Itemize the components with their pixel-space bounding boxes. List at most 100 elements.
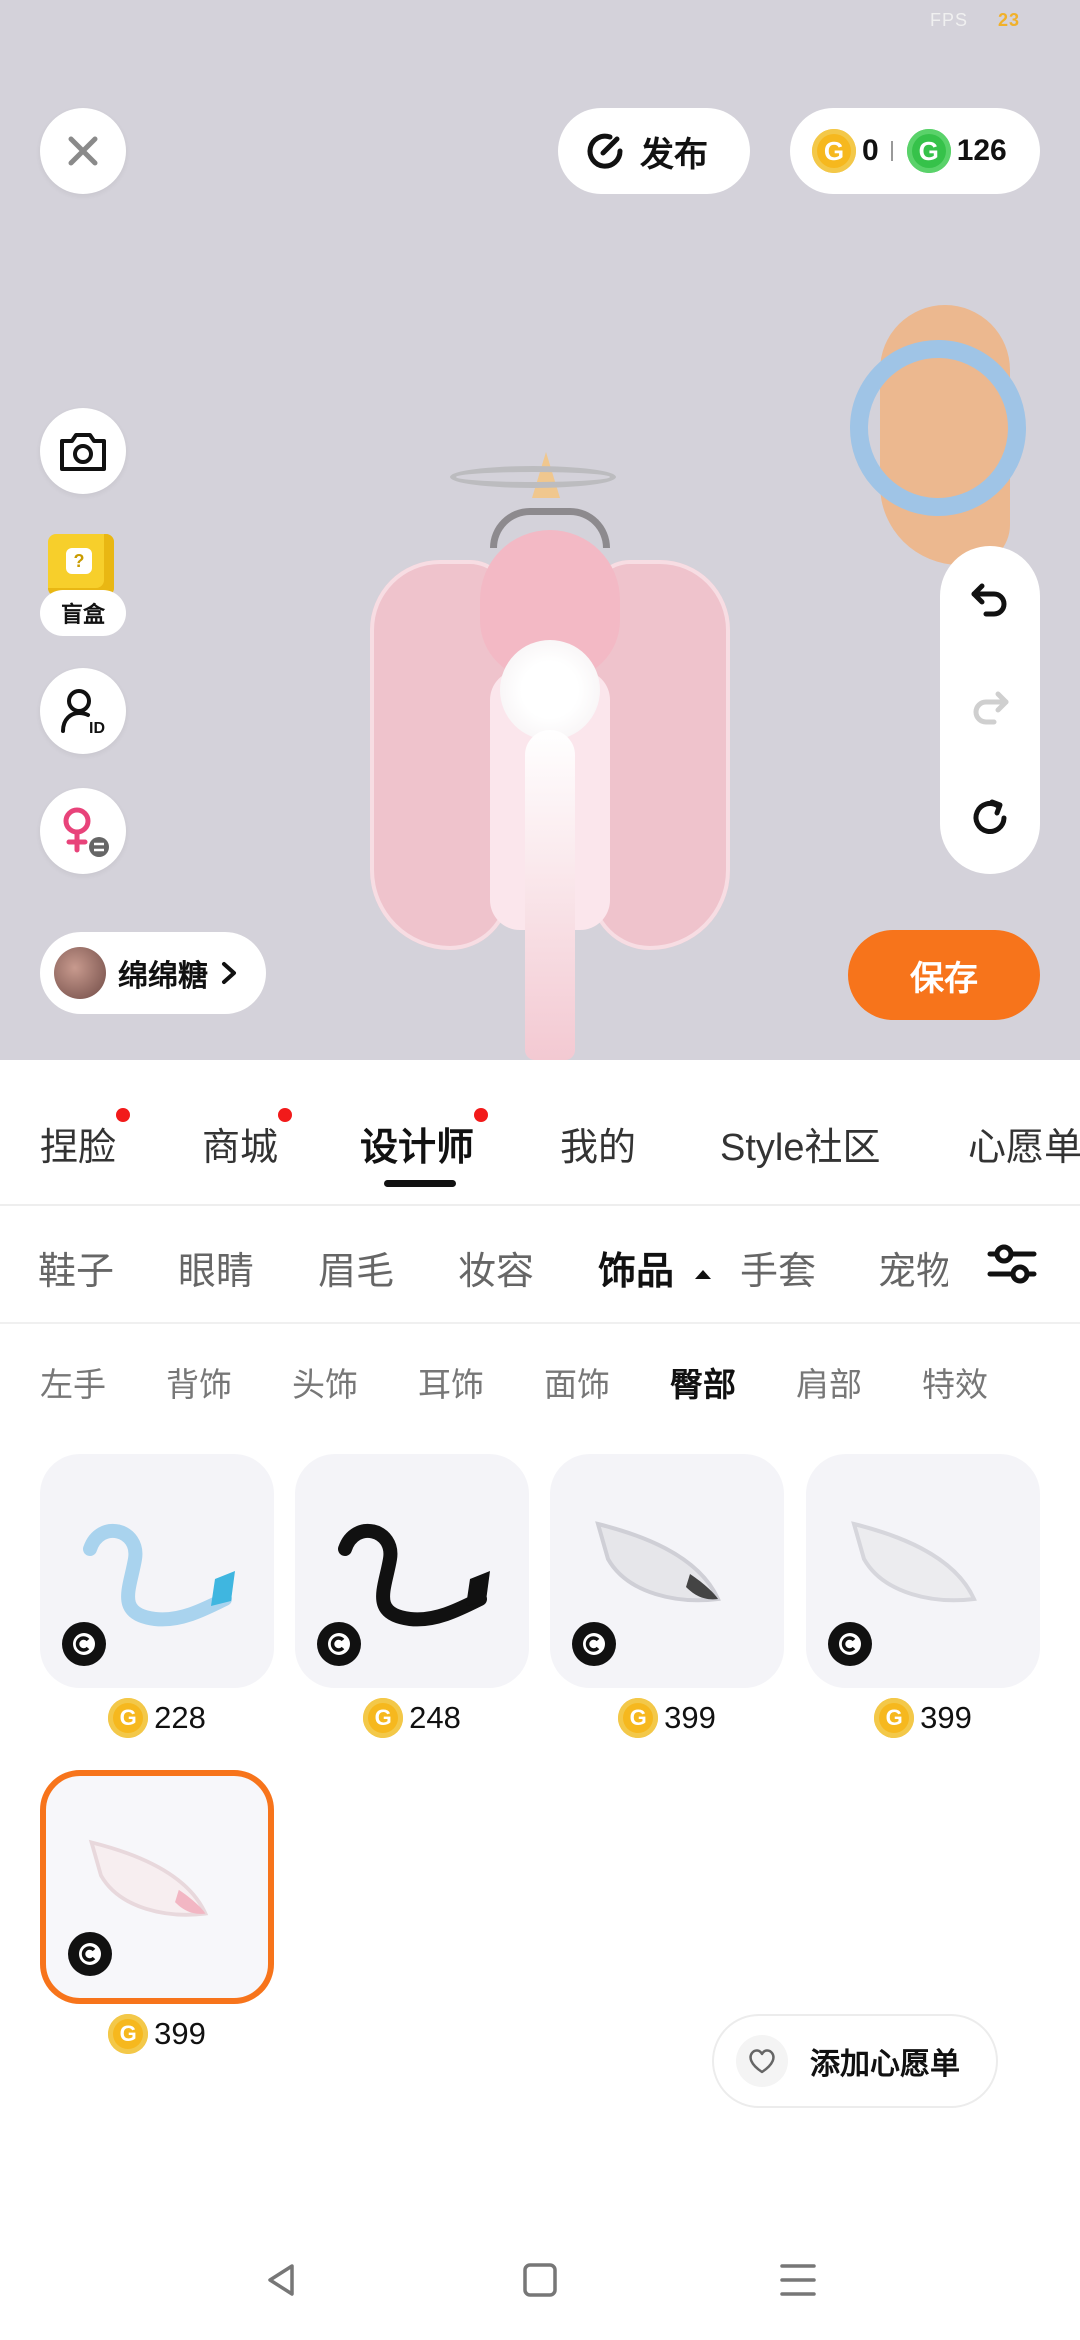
category-accessories[interactable]: 饰品 [598, 1240, 713, 1295]
item-thumbnail[interactable] [40, 1454, 274, 1688]
tab-face[interactable]: 捏脸 [40, 1108, 131, 1171]
avatar-profile-chip[interactable]: 绵绵糖 [40, 932, 266, 1014]
item-price-value: 228 [154, 1700, 206, 1735]
user-id-icon: ID [61, 689, 105, 737]
category-bar: 鞋子 眼睛 眉毛 妆容 饰品 手套 宠物 [0, 1206, 1080, 1324]
publish-button[interactable]: 发布 [558, 108, 750, 194]
tab-designer[interactable]: 设计师 [360, 1108, 489, 1171]
subcategory-head[interactable]: 头饰 [292, 1358, 358, 1406]
copyright-icon [73, 1633, 95, 1655]
copyright-icon [79, 1943, 101, 1965]
item-card[interactable]: G 248 [295, 1454, 529, 1738]
item-price: G 399 [40, 2014, 274, 2054]
gold-coin-icon: G [108, 2014, 149, 2054]
avatar-character[interactable] [360, 430, 740, 1060]
category-gloves[interactable]: 手套 [740, 1240, 816, 1295]
item-price: G 399 [806, 1698, 1040, 1738]
avatar-name-label: 绵绵糖 [118, 960, 208, 993]
subcategory-ear[interactable]: 耳饰 [418, 1358, 484, 1406]
subcategory-shoulder[interactable]: 肩部 [796, 1358, 862, 1406]
copyright-icon [328, 1633, 350, 1655]
item-card[interactable]: G 228 [40, 1454, 274, 1738]
tail-accessory [525, 730, 575, 1060]
svg-text:ID: ID [89, 720, 105, 737]
headband [490, 508, 610, 548]
avatar-id-button[interactable]: ID [40, 668, 126, 754]
fps-label: FPS [929, 10, 968, 30]
item-thumbnail[interactable] [295, 1454, 529, 1688]
item-card-selected[interactable]: G 399 [40, 1770, 274, 2054]
category-shoes[interactable]: 鞋子 [38, 1240, 114, 1295]
item-card[interactable]: G 399 [550, 1454, 784, 1738]
green-coin-icon: G [906, 129, 951, 173]
subcategory-left-hand[interactable]: 左手 [40, 1358, 106, 1406]
tab-mine-label: 我的 [560, 1127, 637, 1169]
reset-icon[interactable] [968, 796, 1012, 840]
blind-box-icon[interactable] [48, 534, 114, 596]
neck-puff [500, 640, 600, 740]
item-card[interactable]: G 399 [806, 1454, 1040, 1738]
notification-dot [116, 1108, 131, 1122]
avatar-preview-stage[interactable]: FPS 23 发布 G 0 G 126 盲盒 ID [0, 0, 1080, 1060]
nav-home-button[interactable] [510, 2250, 570, 2310]
tab-wishlist[interactable]: 心愿单 [968, 1116, 1080, 1171]
item-price: G 228 [40, 1698, 274, 1738]
nav-back-button[interactable] [252, 2250, 312, 2310]
subcategory-hip[interactable]: 臀部 [670, 1358, 736, 1406]
tab-wishlist-label: 心愿单 [968, 1127, 1080, 1169]
halo [450, 466, 616, 488]
nav-menu-button[interactable] [768, 2250, 828, 2310]
wishlist-label: 添加心愿单 [810, 2048, 960, 2081]
gold-coin-icon: G [618, 1698, 659, 1738]
chevron-right-icon [222, 962, 236, 984]
tab-mall[interactable]: 商城 [202, 1108, 293, 1171]
gold-coin-icon: G [874, 1698, 915, 1738]
add-to-wishlist-button[interactable]: 添加心愿单 [712, 2014, 998, 2108]
category-makeup[interactable]: 妆容 [458, 1240, 534, 1295]
currency-divider [890, 141, 893, 161]
copyright-icon [583, 1633, 605, 1655]
female-gender-icon [63, 807, 109, 857]
item-price-value: 399 [664, 1700, 716, 1735]
filter-settings-icon[interactable] [984, 1236, 1040, 1292]
creator-badge [828, 1622, 872, 1666]
gender-switch-button[interactable] [40, 788, 126, 874]
gold-coin-count: 0 [862, 134, 879, 167]
green-coin-count: 126 [956, 134, 1007, 167]
item-thumbnail[interactable] [550, 1454, 784, 1688]
item-price-value: 399 [154, 2016, 206, 2051]
creator-badge [68, 1932, 112, 1976]
undo-icon[interactable] [968, 580, 1012, 620]
category-eyes[interactable]: 眼睛 [178, 1240, 254, 1295]
subcategory-back[interactable]: 背饰 [166, 1358, 232, 1406]
tab-face-label: 捏脸 [40, 1127, 117, 1169]
publish-icon [587, 133, 623, 169]
history-controls [940, 546, 1040, 874]
copyright-icon [839, 1633, 861, 1655]
redo-icon[interactable] [968, 688, 1012, 728]
currency-balance[interactable]: G 0 G 126 [790, 108, 1040, 194]
notification-dot [474, 1108, 489, 1122]
save-button[interactable]: 保存 [848, 930, 1040, 1020]
item-price: G 399 [550, 1698, 784, 1738]
item-price: G 248 [295, 1698, 529, 1738]
heart-icon [736, 2035, 788, 2087]
camera-button[interactable] [40, 408, 126, 494]
close-button[interactable] [40, 108, 126, 194]
decor-ring [825, 315, 1051, 541]
home-square-icon [523, 2263, 557, 2297]
item-thumbnail[interactable] [40, 1770, 274, 2004]
notification-dot [278, 1108, 293, 1122]
tab-style-community[interactable]: Style社区 [720, 1116, 880, 1171]
main-tab-bar: 捏脸 商城 设计师 我的 Style社区 心愿单 [0, 1060, 1080, 1206]
menu-lines-icon [780, 2264, 816, 2296]
subcategory-face[interactable]: 面饰 [544, 1358, 610, 1406]
tab-mine[interactable]: 我的 [560, 1116, 636, 1171]
category-pets[interactable]: 宠物 [878, 1240, 948, 1295]
subcategory-bar: 左手 背饰 头饰 耳饰 面饰 臀部 肩部 特效 [0, 1322, 1080, 1438]
item-thumbnail[interactable] [806, 1454, 1040, 1688]
category-eyebrows[interactable]: 眉毛 [318, 1240, 394, 1295]
back-triangle-icon [268, 2264, 294, 2296]
blind-box-button[interactable]: 盲盒 [40, 590, 126, 636]
subcategory-effects[interactable]: 特效 [922, 1358, 988, 1406]
